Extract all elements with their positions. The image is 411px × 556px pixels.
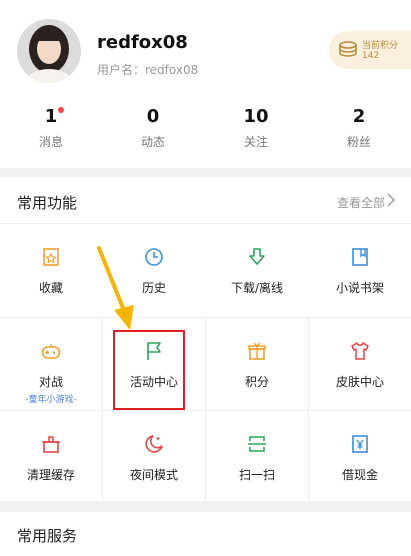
function-label: 下载/离线 [230,281,284,295]
function-label: 积分 [244,375,269,389]
avatar[interactable] [17,19,81,83]
stat-following[interactable]: 10 关注 [206,105,306,150]
stat-label: 关注 [243,135,268,149]
highlight-box [113,330,185,410]
function-sublabel: -童年小游戏- [25,395,77,405]
avatar-image [17,19,81,83]
function-label: 扫一扫 [238,468,275,482]
bookshelf-icon [352,248,368,266]
shirt-icon [351,342,369,360]
section-title: 常用功能 [17,194,78,212]
watermark-brand: Baidu经验 [324,522,403,540]
function-download[interactable]: 下载/离线 [206,223,308,317]
function-battle[interactable]: 对战 -童年小游戏- [0,317,102,411]
function-label: 对战 [38,375,63,389]
function-label: 夜间模式 [129,468,178,482]
download-icon [249,248,265,265]
see-all-link[interactable]: 查看全部 [337,194,385,211]
function-history[interactable]: 历史 [103,223,205,317]
function-label: 清理缓存 [26,468,75,482]
function-label: 借现金 [341,468,378,482]
stat-activity[interactable]: 0 动态 [103,105,203,150]
stats-row: 1 消息 0 动态 10 关注 2 粉丝 [0,105,411,155]
stat-label: 消息 [38,135,63,149]
function-skin-center[interactable]: 皮肤中心 [309,317,411,411]
watermark-url: jingyan.baidu.com [329,541,403,550]
chevron-right-icon[interactable] [387,193,395,207]
unread-dot [58,107,65,113]
function-night-mode[interactable]: 夜间模式 [103,410,205,504]
username: redfox08 [97,32,188,53]
function-favorites[interactable]: 收藏 [0,223,102,317]
coins-icon [339,41,357,57]
stat-value: 2 [352,106,366,127]
stat-value: 10 [243,106,269,127]
function-borrow-cash[interactable]: 借现金 [309,410,411,504]
gamepad-icon [41,344,61,359]
stat-label: 动态 [140,135,165,149]
stat-fans[interactable]: 2 粉丝 [309,105,409,150]
section-title: 常用服务 [17,527,78,545]
profile-card: redfox08 用户名：redfox08 当前积分 142 1 消息 0 动态… [0,0,411,168]
function-bookshelf[interactable]: 小说书架 [309,223,411,317]
stat-value: 1 [44,106,58,127]
moon-icon [145,435,163,453]
common-functions-section: 常用功能 查看全部 收藏 历史 下载/离线 小说书架 对战 -童年小游戏- 活动… [0,177,411,501]
history-icon [145,248,163,266]
stat-messages[interactable]: 1 消息 [1,105,101,150]
points-label: 当前积分 [362,41,399,51]
clean-icon [42,436,60,453]
function-label: 小说书架 [335,281,384,295]
account-label: 用户名：redfox08 [97,63,199,77]
function-scan[interactable]: 扫一扫 [206,410,308,504]
points-value: 142 [362,51,380,61]
points-badge[interactable]: 当前积分 142 [329,31,411,69]
function-points[interactable]: 积分 [206,317,308,411]
stat-value: 0 [146,106,160,127]
function-label: 收藏 [38,281,63,295]
function-label: 历史 [141,281,166,295]
gift-icon [248,342,266,360]
function-clear-cache[interactable]: 清理缓存 [0,410,102,504]
favorites-icon [43,248,59,266]
stat-label: 粉丝 [346,135,371,149]
watermark: Baidu经验 jingyan.baidu.com [325,520,403,550]
scan-icon [248,436,266,452]
function-label: 皮肤中心 [335,375,384,389]
cash-icon [352,435,368,453]
